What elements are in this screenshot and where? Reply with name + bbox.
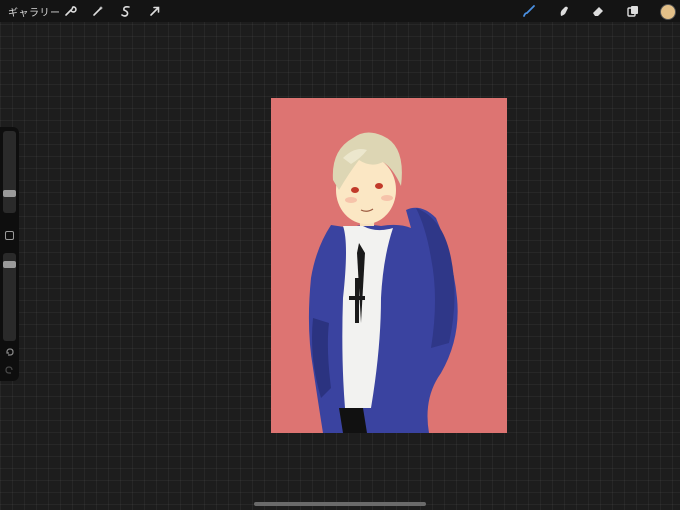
home-indicator[interactable] bbox=[254, 502, 426, 506]
smudge-icon[interactable] bbox=[556, 3, 572, 19]
arrow-cursor-icon[interactable] bbox=[147, 3, 163, 19]
left-eye bbox=[351, 187, 359, 193]
eraser-icon[interactable] bbox=[590, 3, 606, 19]
layers-icon[interactable] bbox=[625, 3, 641, 19]
undo-icon[interactable] bbox=[4, 347, 15, 358]
left-blush bbox=[345, 197, 357, 203]
right-blush bbox=[381, 195, 393, 201]
cross-vertical bbox=[355, 278, 359, 323]
opacity-thumb[interactable] bbox=[3, 261, 16, 269]
cross-horizontal bbox=[349, 296, 365, 300]
color-picker-swatch[interactable] bbox=[660, 4, 676, 20]
right-eye bbox=[375, 183, 383, 189]
selection-s-icon[interactable] bbox=[118, 3, 134, 19]
gallery-button[interactable]: ギャラリー bbox=[8, 4, 61, 19]
magic-wand-icon[interactable] bbox=[90, 3, 106, 19]
brush-size-slider[interactable] bbox=[3, 131, 16, 213]
drawing-canvas[interactable] bbox=[271, 98, 507, 433]
sleeve-shadow bbox=[312, 318, 331, 398]
redo-icon[interactable] bbox=[4, 365, 15, 376]
brush-icon[interactable] bbox=[521, 3, 537, 19]
top-toolbar: ギャラリー bbox=[0, 0, 680, 22]
left-sidebar bbox=[0, 127, 19, 381]
wrench-icon[interactable] bbox=[62, 3, 78, 19]
dark-pants bbox=[339, 408, 367, 433]
square-icon[interactable] bbox=[5, 231, 14, 240]
brush-size-thumb[interactable] bbox=[3, 189, 16, 197]
artwork-illustration bbox=[308, 132, 458, 433]
